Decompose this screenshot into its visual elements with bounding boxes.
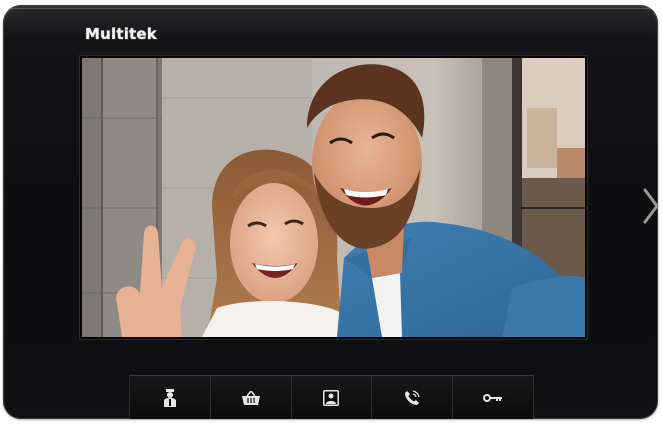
next-arrow-button[interactable] — [640, 186, 662, 226]
key-icon — [483, 393, 503, 402]
basket-icon — [241, 390, 260, 405]
phone-call-icon — [405, 389, 420, 405]
concierge-icon — [163, 388, 176, 407]
video-feed-image — [82, 58, 585, 337]
video-screen — [82, 58, 585, 337]
photo-button[interactable] — [292, 376, 373, 419]
brand-logo: Multitek — [85, 25, 157, 43]
door-key-button[interactable] — [453, 376, 533, 419]
chevron-right-icon — [643, 188, 659, 224]
intercom-monitor: Multitek — [3, 5, 658, 419]
call-button[interactable] — [372, 376, 454, 419]
concierge-button[interactable] — [130, 376, 211, 419]
photo-icon — [323, 389, 340, 406]
basket-button[interactable] — [211, 376, 292, 419]
control-button-bar — [129, 375, 534, 419]
